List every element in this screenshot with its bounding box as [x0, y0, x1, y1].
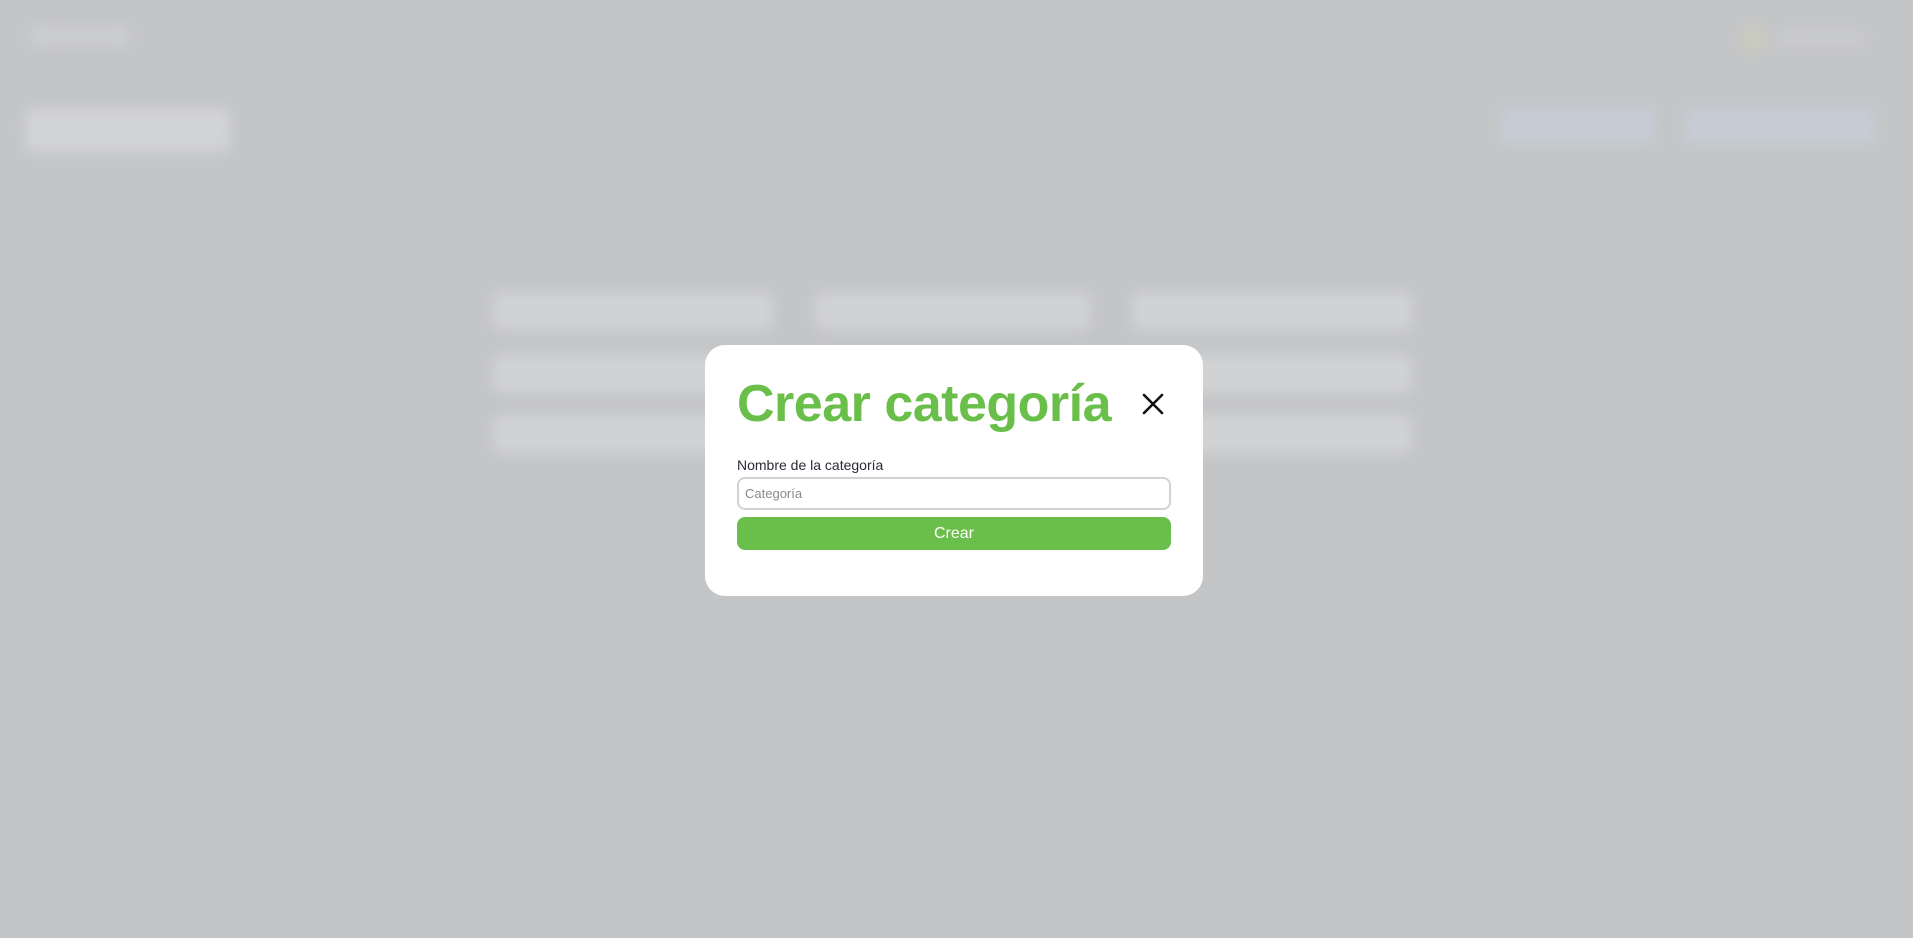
create-button[interactable]: Crear — [737, 517, 1171, 550]
app-logo — [30, 25, 130, 47]
category-name-label: Nombre de la categoría — [737, 457, 884, 473]
modal-header: Crear categoría — [737, 373, 1171, 435]
header-button-secondary — [1685, 108, 1875, 144]
page-title — [25, 108, 230, 152]
category-card — [1132, 292, 1412, 330]
close-icon — [1142, 393, 1164, 414]
category-card — [493, 292, 773, 330]
close-button[interactable] — [1137, 389, 1169, 421]
user-name — [1776, 30, 1866, 46]
category-name-input[interactable] — [737, 477, 1171, 510]
category-card — [815, 292, 1090, 330]
user-avatar — [1740, 25, 1768, 53]
header-button-primary — [1500, 108, 1655, 144]
modal-title: Crear categoría — [737, 375, 1112, 433]
create-category-modal: Crear categoría Nombre de la categoría C… — [705, 345, 1203, 596]
